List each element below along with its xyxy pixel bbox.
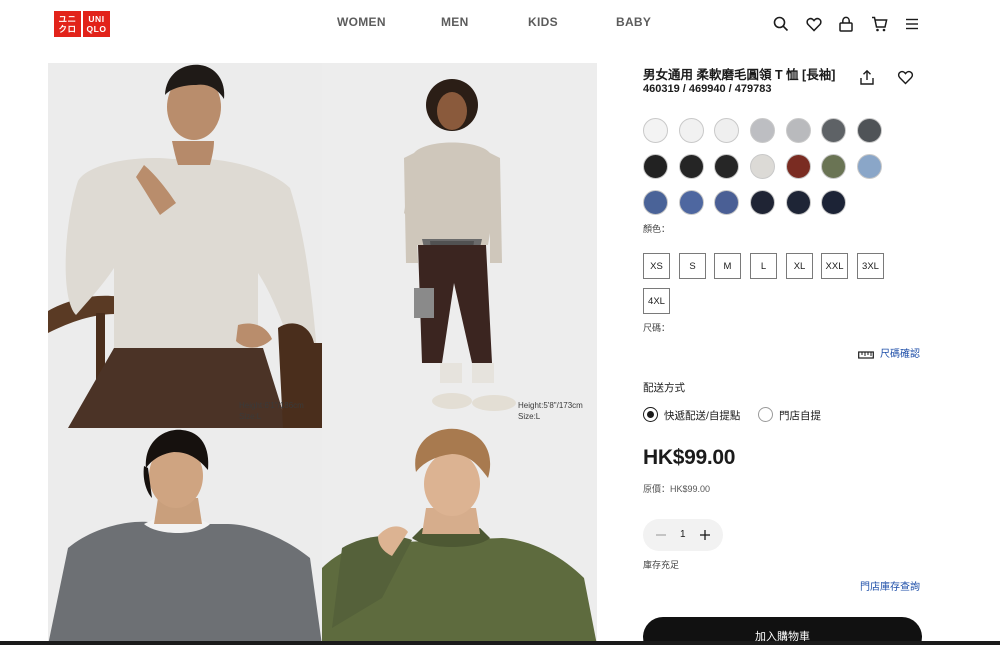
model-height: Height:6'1"/186cm [239,401,304,410]
product-title: 男女通用 柔軟磨毛圓領 T 恤 [長袖] [643,68,836,82]
size-option-xxl[interactable]: XXL [821,253,848,279]
color-swatch[interactable] [679,118,704,143]
color-swatch[interactable] [786,118,811,143]
color-swatch[interactable] [679,190,704,215]
quantity-value[interactable]: 1 [680,529,686,540]
color-swatch[interactable] [643,190,668,215]
model-caption-2: Height:5'8"/173cm Size:L [518,400,583,422]
product-photo-1[interactable]: Height:6'1"/186cm Size:L [48,63,322,428]
color-swatch[interactable] [821,154,846,179]
nav-men[interactable]: MEN [441,15,469,29]
size-option-s[interactable]: S [679,253,706,279]
store-stock-link[interactable]: 門店庫存查詢 [860,578,920,593]
menu-icon[interactable] [902,14,922,34]
color-swatch[interactable] [821,118,846,143]
cart-icon[interactable] [869,14,889,34]
logo-block-latin: UNI QLO [83,11,110,37]
logo-block-katakana: ユニ クロ [54,11,81,37]
product-photo-4[interactable] [322,428,597,645]
radio-selected-dot [646,410,654,418]
search-icon[interactable] [771,14,791,34]
nav-women[interactable]: WOMEN [337,15,386,29]
size-option-xs[interactable]: XS [643,253,670,279]
product-codes: 460319 / 469940 / 479783 [643,83,772,95]
color-swatch[interactable] [821,190,846,215]
model-caption-1: Height:6'1"/186cm Size:L [239,400,304,422]
stock-status: 庫存充足 [643,560,680,570]
size-option-3xl[interactable]: 3XL [857,253,884,279]
delivery-label: 配送方式 [643,382,685,394]
color-swatch[interactable] [750,154,775,179]
product-price: HK$99.00 [643,446,736,469]
color-swatch[interactable] [857,154,882,179]
delivery-option-store[interactable]: 門店自提 [779,408,821,423]
model-size: Size:L [239,412,262,421]
color-swatch[interactable] [714,118,739,143]
color-swatch[interactable] [679,154,704,179]
model-size: Size:L [518,412,541,421]
page-bottom-edge [0,641,1000,645]
favorite-heart-icon[interactable] [897,70,915,86]
color-swatch[interactable] [714,154,739,179]
color-swatch[interactable] [714,190,739,215]
model-height: Height:5'8"/173cm [518,401,583,410]
heart-icon[interactable] [804,14,824,34]
nav-kids[interactable]: KIDS [528,15,558,29]
color-label: 顏色： [643,224,671,234]
ruler-icon [858,347,874,359]
site-header: ユニ クロ UNI QLO WOMEN MEN KIDS BABY [0,0,1000,48]
color-swatch[interactable] [750,118,775,143]
color-swatch[interactable] [786,190,811,215]
quantity-stepper: 1 [643,519,723,551]
delivery-radio-courier[interactable] [643,407,658,422]
delivery-radio-store[interactable] [758,407,773,422]
nav-baby[interactable]: BABY [616,15,651,29]
color-swatch[interactable] [643,154,668,179]
plus-icon[interactable] [699,528,711,542]
size-chart-link[interactable]: 尺碼確認 [880,345,920,360]
color-swatch[interactable] [786,154,811,179]
uniqlo-logo[interactable]: ユニ クロ UNI QLO [54,11,110,37]
size-option-4xl[interactable]: 4XL [643,288,670,314]
user-icon[interactable] [836,14,856,34]
logo-text: クロ [58,24,77,34]
logo-text: UNI [88,14,105,24]
product-photo-3[interactable] [48,428,322,645]
size-label: 尺碼： [643,323,671,333]
size-option-m[interactable]: M [714,253,741,279]
size-option-xl[interactable]: XL [786,253,813,279]
minus-icon[interactable] [655,528,667,542]
logo-text: ユニ [58,14,77,24]
color-swatch[interactable] [857,118,882,143]
original-price: 原價：HK$99.00 [643,484,711,494]
color-swatch[interactable] [643,118,668,143]
share-icon[interactable] [858,69,876,87]
logo-text: QLO [86,24,107,34]
product-photo-2[interactable]: Height:5'8"/173cm Size:L [322,63,597,428]
size-option-l[interactable]: L [750,253,777,279]
delivery-option-courier[interactable]: 快遞配送/自提點 [664,408,740,423]
color-swatch[interactable] [750,190,775,215]
